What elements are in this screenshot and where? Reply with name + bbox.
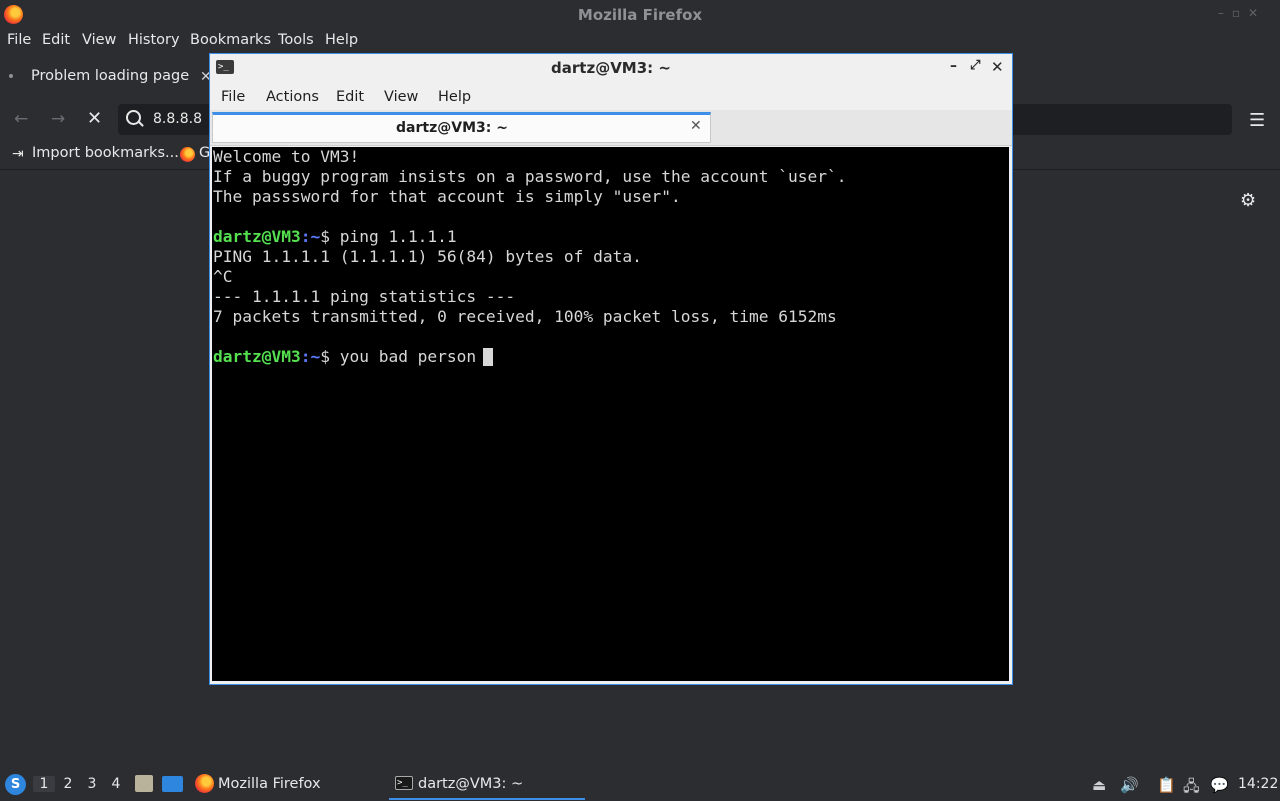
close-icon[interactable]: ✕ xyxy=(991,58,1004,76)
taskbar-firefox-icon[interactable] xyxy=(195,774,214,793)
hamburger-menu-icon[interactable]: ☰ xyxy=(1249,110,1265,131)
firefox-logo-icon xyxy=(4,5,23,24)
taskbar-terminal-label[interactable]: dartz@VM3: ~ xyxy=(418,776,523,792)
terminal-output-line: 7 packets transmitted, 0 received, 100% … xyxy=(213,307,837,326)
notification-icon[interactable]: 💬 xyxy=(1210,776,1229,794)
ff-menu-edit[interactable]: Edit xyxy=(42,32,70,48)
taskbar xyxy=(0,770,1280,800)
ff-menu-help[interactable]: Help xyxy=(325,32,358,48)
file-manager-icon[interactable] xyxy=(135,775,153,792)
prompt-user: dartz@VM3 xyxy=(213,227,301,246)
term-menu-file[interactable]: File xyxy=(221,89,245,105)
terminal-line: Welcome to VM3! xyxy=(213,147,360,166)
minimize-icon[interactable]: – xyxy=(950,58,957,74)
stop-loading-icon[interactable]: ✕ xyxy=(87,108,102,129)
prompt-path: :~ xyxy=(300,347,321,366)
tab-close-icon[interactable]: ✕ xyxy=(690,118,702,134)
terminal-line: The passsword for that account is simply… xyxy=(213,187,681,206)
prompt-user: dartz@VM3 xyxy=(213,347,301,366)
workspace-2[interactable]: 2 xyxy=(57,776,79,792)
prompt-path: :~ xyxy=(300,227,321,246)
ff-menu-view[interactable]: View xyxy=(82,32,116,48)
eject-icon[interactable]: ⏏ xyxy=(1092,776,1106,794)
ff-menu-file[interactable]: File xyxy=(7,32,31,48)
bookmark-firefox-icon[interactable] xyxy=(180,147,195,162)
maximize-icon[interactable]: ⤢ xyxy=(970,58,980,73)
tab-loading-indicator xyxy=(9,74,13,78)
ff-menu-tools[interactable]: Tools xyxy=(278,32,314,48)
start-menu-icon[interactable]: S xyxy=(5,774,26,795)
show-desktop-icon[interactable] xyxy=(162,776,183,792)
term-menu-actions[interactable]: Actions xyxy=(266,89,319,105)
prompt-symbol: $ xyxy=(320,347,340,366)
taskbar-terminal-icon: >_ xyxy=(395,776,413,790)
terminal-command: ping 1.1.1.1 xyxy=(339,227,457,246)
terminal-output-line: ^C xyxy=(213,267,233,286)
firefox-titlebar: Mozilla Firefox xyxy=(0,0,1280,29)
term-menu-help[interactable]: Help xyxy=(438,89,471,105)
forward-arrow-icon[interactable]: → xyxy=(51,109,65,129)
terminal-window-title: dartz@VM3: ~ xyxy=(551,59,671,77)
terminal-line: If a buggy program insists on a password… xyxy=(213,167,847,186)
clock: 14:22 xyxy=(1238,776,1279,792)
gear-icon[interactable]: ⚙ xyxy=(1240,190,1256,211)
workspace-1[interactable]: 1 xyxy=(33,776,55,792)
ff-menu-history[interactable]: History xyxy=(128,32,180,48)
prompt-symbol: $ xyxy=(320,227,340,246)
ff-menu-bookmarks[interactable]: Bookmarks xyxy=(190,32,271,48)
volume-icon[interactable]: 🔊 xyxy=(1120,776,1139,794)
term-menu-view[interactable]: View xyxy=(384,89,418,105)
import-icon: ⇥ xyxy=(12,146,24,162)
terminal-menubar xyxy=(210,84,1012,110)
firefox-window-title: Mozilla Firefox xyxy=(577,6,703,24)
workspace-4[interactable]: 4 xyxy=(105,776,127,792)
back-arrow-icon[interactable]: ← xyxy=(14,109,28,129)
terminal-prompt-line: dartz@VM3:~$ ping 1.1.1.1 xyxy=(213,227,457,247)
term-menu-edit[interactable]: Edit xyxy=(336,89,364,105)
terminal-tab-label: dartz@VM3: ~ xyxy=(396,120,508,136)
terminal-output-line: PING 1.1.1.1 (1.1.1.1) 56(84) bytes of d… xyxy=(213,247,642,266)
firefox-menubar: File Edit View History Bookmarks Tools H… xyxy=(0,29,1280,53)
tab-title[interactable]: Problem loading page xyxy=(31,68,189,84)
clipboard-icon[interactable]: 📋 xyxy=(1157,776,1176,794)
terminal-cursor xyxy=(483,348,493,366)
terminal-prompt-line[interactable]: dartz@VM3:~$ you bad person xyxy=(213,347,476,367)
network-icon[interactable]: 🖧 xyxy=(1183,776,1200,801)
terminal-input-text[interactable]: you bad person xyxy=(340,347,476,366)
taskbar-firefox-label[interactable]: Mozilla Firefox xyxy=(218,776,321,792)
terminal-output-line: --- 1.1.1.1 ping statistics --- xyxy=(213,287,516,306)
import-bookmarks-link[interactable]: Import bookmarks... xyxy=(32,145,179,161)
firefox-window-controls[interactable]: –▫✕ xyxy=(1218,6,1266,20)
url-text[interactable]: 8.8.8.8 xyxy=(153,111,202,127)
search-icon xyxy=(126,110,141,125)
workspace-3[interactable]: 3 xyxy=(81,776,103,792)
